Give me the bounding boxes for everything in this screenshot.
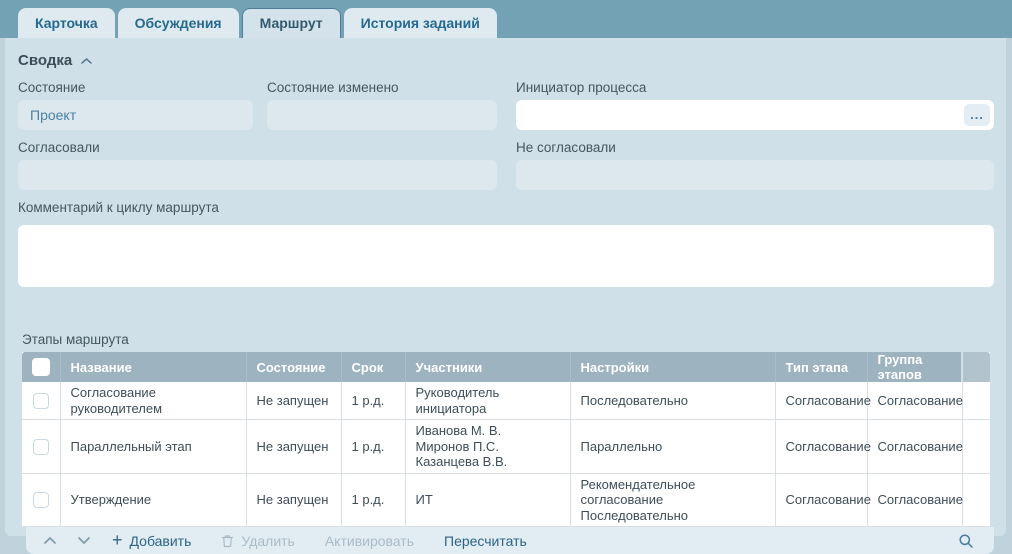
tab-discussions[interactable]: Обсуждения	[118, 8, 239, 38]
summary-section-header: Сводка	[18, 50, 994, 70]
search-icon	[958, 533, 974, 549]
not-approved-input[interactable]	[516, 160, 994, 190]
initiator-input[interactable]	[516, 100, 994, 130]
participant: Казанцева В.В.	[416, 454, 560, 470]
column-header-state: Состояние	[246, 352, 341, 382]
cell-term[interactable]: 1 р.д.	[341, 473, 405, 527]
column-header-name: Название	[60, 352, 246, 382]
cell-settings[interactable]: Последовательно	[570, 382, 775, 420]
collapse-summary-button[interactable]	[81, 56, 92, 64]
chevron-down-icon	[78, 537, 90, 544]
stages-section: Этапы маршрута Название Состояние Срок У…	[18, 332, 994, 554]
stages-table: Название Состояние Срок Участники Настро…	[22, 352, 990, 527]
cell-settings[interactable]: Рекомендательное согласование Последоват…	[570, 473, 775, 527]
cell-stage-group[interactable]: Согласование	[867, 382, 962, 420]
not-approved-label: Не согласовали	[516, 140, 994, 155]
cell-stage-group[interactable]: Согласование	[867, 420, 962, 474]
add-button[interactable]: + Добавить	[112, 533, 191, 549]
table-scroll-gutter	[962, 473, 990, 527]
setting: Последовательно	[581, 508, 765, 524]
select-all-checkbox[interactable]	[32, 358, 50, 376]
ellipsis-icon: ...	[970, 107, 984, 122]
participant: Миронов П.С.	[416, 439, 560, 455]
add-button-label: Добавить	[130, 533, 192, 549]
setting: Параллельно	[581, 439, 765, 455]
cell-participants[interactable]: Иванова М. В. Миронов П.С. Казанцева В.В…	[405, 420, 570, 474]
approved-label: Согласовали	[18, 140, 497, 155]
cell-name[interactable]: Согласование руководителем	[60, 382, 246, 420]
state-label: Состояние	[18, 80, 253, 95]
recalculate-button-label: Пересчитать	[444, 533, 527, 549]
move-up-button[interactable]	[44, 537, 56, 544]
participant: Иванова М. В.	[416, 423, 560, 439]
cell-state[interactable]: Не запущен	[246, 473, 341, 527]
initiator-picker-button[interactable]: ...	[964, 104, 990, 126]
row-checkbox[interactable]	[33, 393, 49, 409]
chevron-up-icon	[81, 58, 92, 64]
cell-name[interactable]: Утверждение	[60, 473, 246, 527]
cell-participants[interactable]: ИТ	[405, 473, 570, 527]
cycle-comment-textarea[interactable]	[18, 225, 994, 287]
table-row: Утверждение Не запущен 1 р.д. ИТ Рекомен…	[22, 473, 990, 527]
column-header-stage-group: Группа этапов	[867, 352, 962, 382]
state-changed-label: Состояние изменено	[267, 80, 497, 95]
initiator-label: Инициатор процесса	[516, 80, 994, 95]
table-scroll-gutter	[962, 382, 990, 420]
table-row: Согласование руководителем Не запущен 1 …	[22, 382, 990, 420]
search-button[interactable]	[958, 533, 974, 549]
row-checkbox[interactable]	[33, 439, 49, 455]
activate-button-label: Активировать	[325, 533, 414, 549]
activate-button[interactable]: Активировать	[325, 533, 414, 549]
route-tab-panel: Сводка Состояние Состояние изменено Иниц…	[5, 38, 1006, 536]
state-input[interactable]	[18, 100, 253, 130]
cell-term[interactable]: 1 р.д.	[341, 382, 405, 420]
column-header-term: Срок	[341, 352, 405, 382]
setting: Последовательно	[581, 393, 765, 409]
cell-settings[interactable]: Параллельно	[570, 420, 775, 474]
cell-state[interactable]: Не запущен	[246, 382, 341, 420]
setting: Рекомендательное согласование	[581, 477, 765, 508]
cell-term[interactable]: 1 р.д.	[341, 420, 405, 474]
cell-stage-group[interactable]: Согласование	[867, 473, 962, 527]
state-changed-input[interactable]	[267, 100, 497, 130]
column-header-settings: Настройки	[570, 352, 775, 382]
cell-name[interactable]: Параллельный этап	[60, 420, 246, 474]
participant: Руководитель инициатора	[416, 385, 560, 416]
cell-participants[interactable]: Руководитель инициатора	[405, 382, 570, 420]
delete-button-label: Удалить	[241, 533, 294, 549]
summary-title: Сводка	[18, 52, 72, 69]
tab-task-history[interactable]: История заданий	[344, 8, 497, 38]
tab-bar: Карточка Обсуждения Маршрут История зада…	[18, 8, 497, 38]
initiator-field-wrap: ...	[516, 100, 994, 130]
stages-title: Этапы маршрута	[22, 332, 994, 348]
cell-state[interactable]: Не запущен	[246, 420, 341, 474]
move-down-button[interactable]	[78, 537, 90, 544]
recalculate-button[interactable]: Пересчитать	[444, 533, 527, 549]
delete-button[interactable]: Удалить	[221, 533, 294, 549]
cycle-comment-label: Комментарий к циклу маршрута	[18, 200, 994, 215]
participant: ИТ	[416, 492, 560, 508]
trash-icon	[221, 534, 234, 548]
tab-card[interactable]: Карточка	[18, 8, 115, 38]
approved-input[interactable]	[18, 160, 497, 190]
column-header-participants: Участники	[405, 352, 570, 382]
plus-icon: +	[112, 531, 123, 549]
table-row: Параллельный этап Не запущен 1 р.д. Иван…	[22, 420, 990, 474]
chevron-up-icon	[44, 537, 56, 544]
column-header-stage-type: Тип этапа	[775, 352, 867, 382]
table-scroll-gutter-header	[962, 352, 990, 382]
cell-stage-type[interactable]: Согласование	[775, 420, 867, 474]
table-header-row: Название Состояние Срок Участники Настро…	[22, 352, 990, 382]
stages-toolbar: + Добавить Удалить Активировать Пересчит…	[26, 527, 994, 554]
table-scroll-gutter	[962, 420, 990, 474]
row-checkbox[interactable]	[33, 492, 49, 508]
cell-stage-type[interactable]: Согласование	[775, 473, 867, 527]
cell-stage-type[interactable]: Согласование	[775, 382, 867, 420]
tab-route[interactable]: Маршрут	[242, 8, 341, 38]
